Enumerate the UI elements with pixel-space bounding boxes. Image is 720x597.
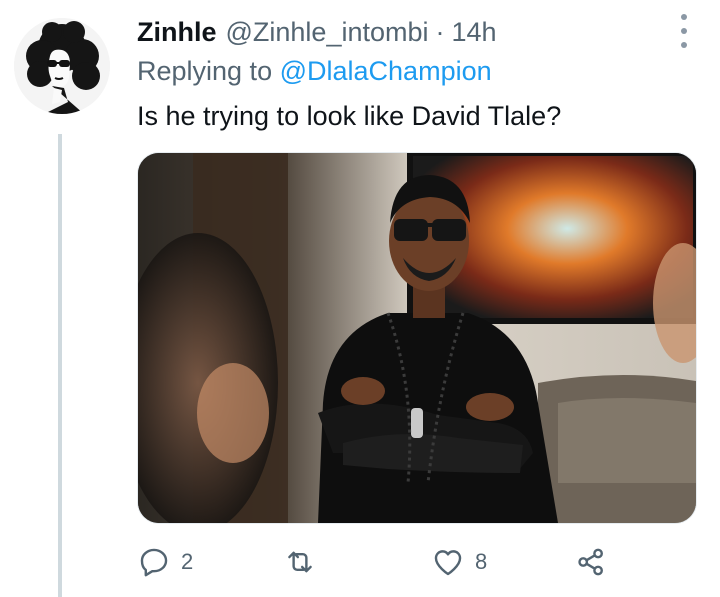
more-dot xyxy=(681,42,687,48)
author-avatar[interactable] xyxy=(14,18,110,114)
photo-content xyxy=(138,153,696,523)
tweet-text: Is he trying to look like David Tlale? xyxy=(137,101,562,131)
tweet-actions-bar: 2 8 xyxy=(0,545,720,585)
more-dot xyxy=(681,28,687,34)
like-count: 8 xyxy=(475,549,488,574)
author-handle[interactable]: @Zinhle_intombi xyxy=(226,17,429,48)
more-options-icon[interactable] xyxy=(674,14,694,48)
replying-to-line: Replying to @DlalaChampion xyxy=(137,56,492,87)
thread-connector-line xyxy=(58,134,62,597)
header-separator: · xyxy=(435,16,445,47)
author-name[interactable]: Zinhle xyxy=(137,17,217,48)
reply-action[interactable]: 2 xyxy=(137,545,193,579)
share-icon xyxy=(578,548,603,576)
retweet-icon xyxy=(288,551,312,573)
tweet-header: Zinhle @Zinhle_intombi · 14h xyxy=(137,12,497,52)
replying-prefix: Replying to xyxy=(137,56,273,86)
heart-icon xyxy=(434,550,462,576)
like-action[interactable]: 8 xyxy=(431,545,487,579)
replying-to-handle-link[interactable]: @DlalaChampion xyxy=(280,56,492,86)
share-action[interactable] xyxy=(574,545,608,579)
more-dot xyxy=(681,14,687,20)
reply-icon xyxy=(140,548,168,577)
retweet-action[interactable] xyxy=(283,545,317,579)
tweet-photo[interactable] xyxy=(137,152,697,524)
tweet-timestamp[interactable]: 14h xyxy=(452,17,497,48)
avatar-illustration xyxy=(14,18,110,114)
reply-count: 2 xyxy=(181,549,194,574)
